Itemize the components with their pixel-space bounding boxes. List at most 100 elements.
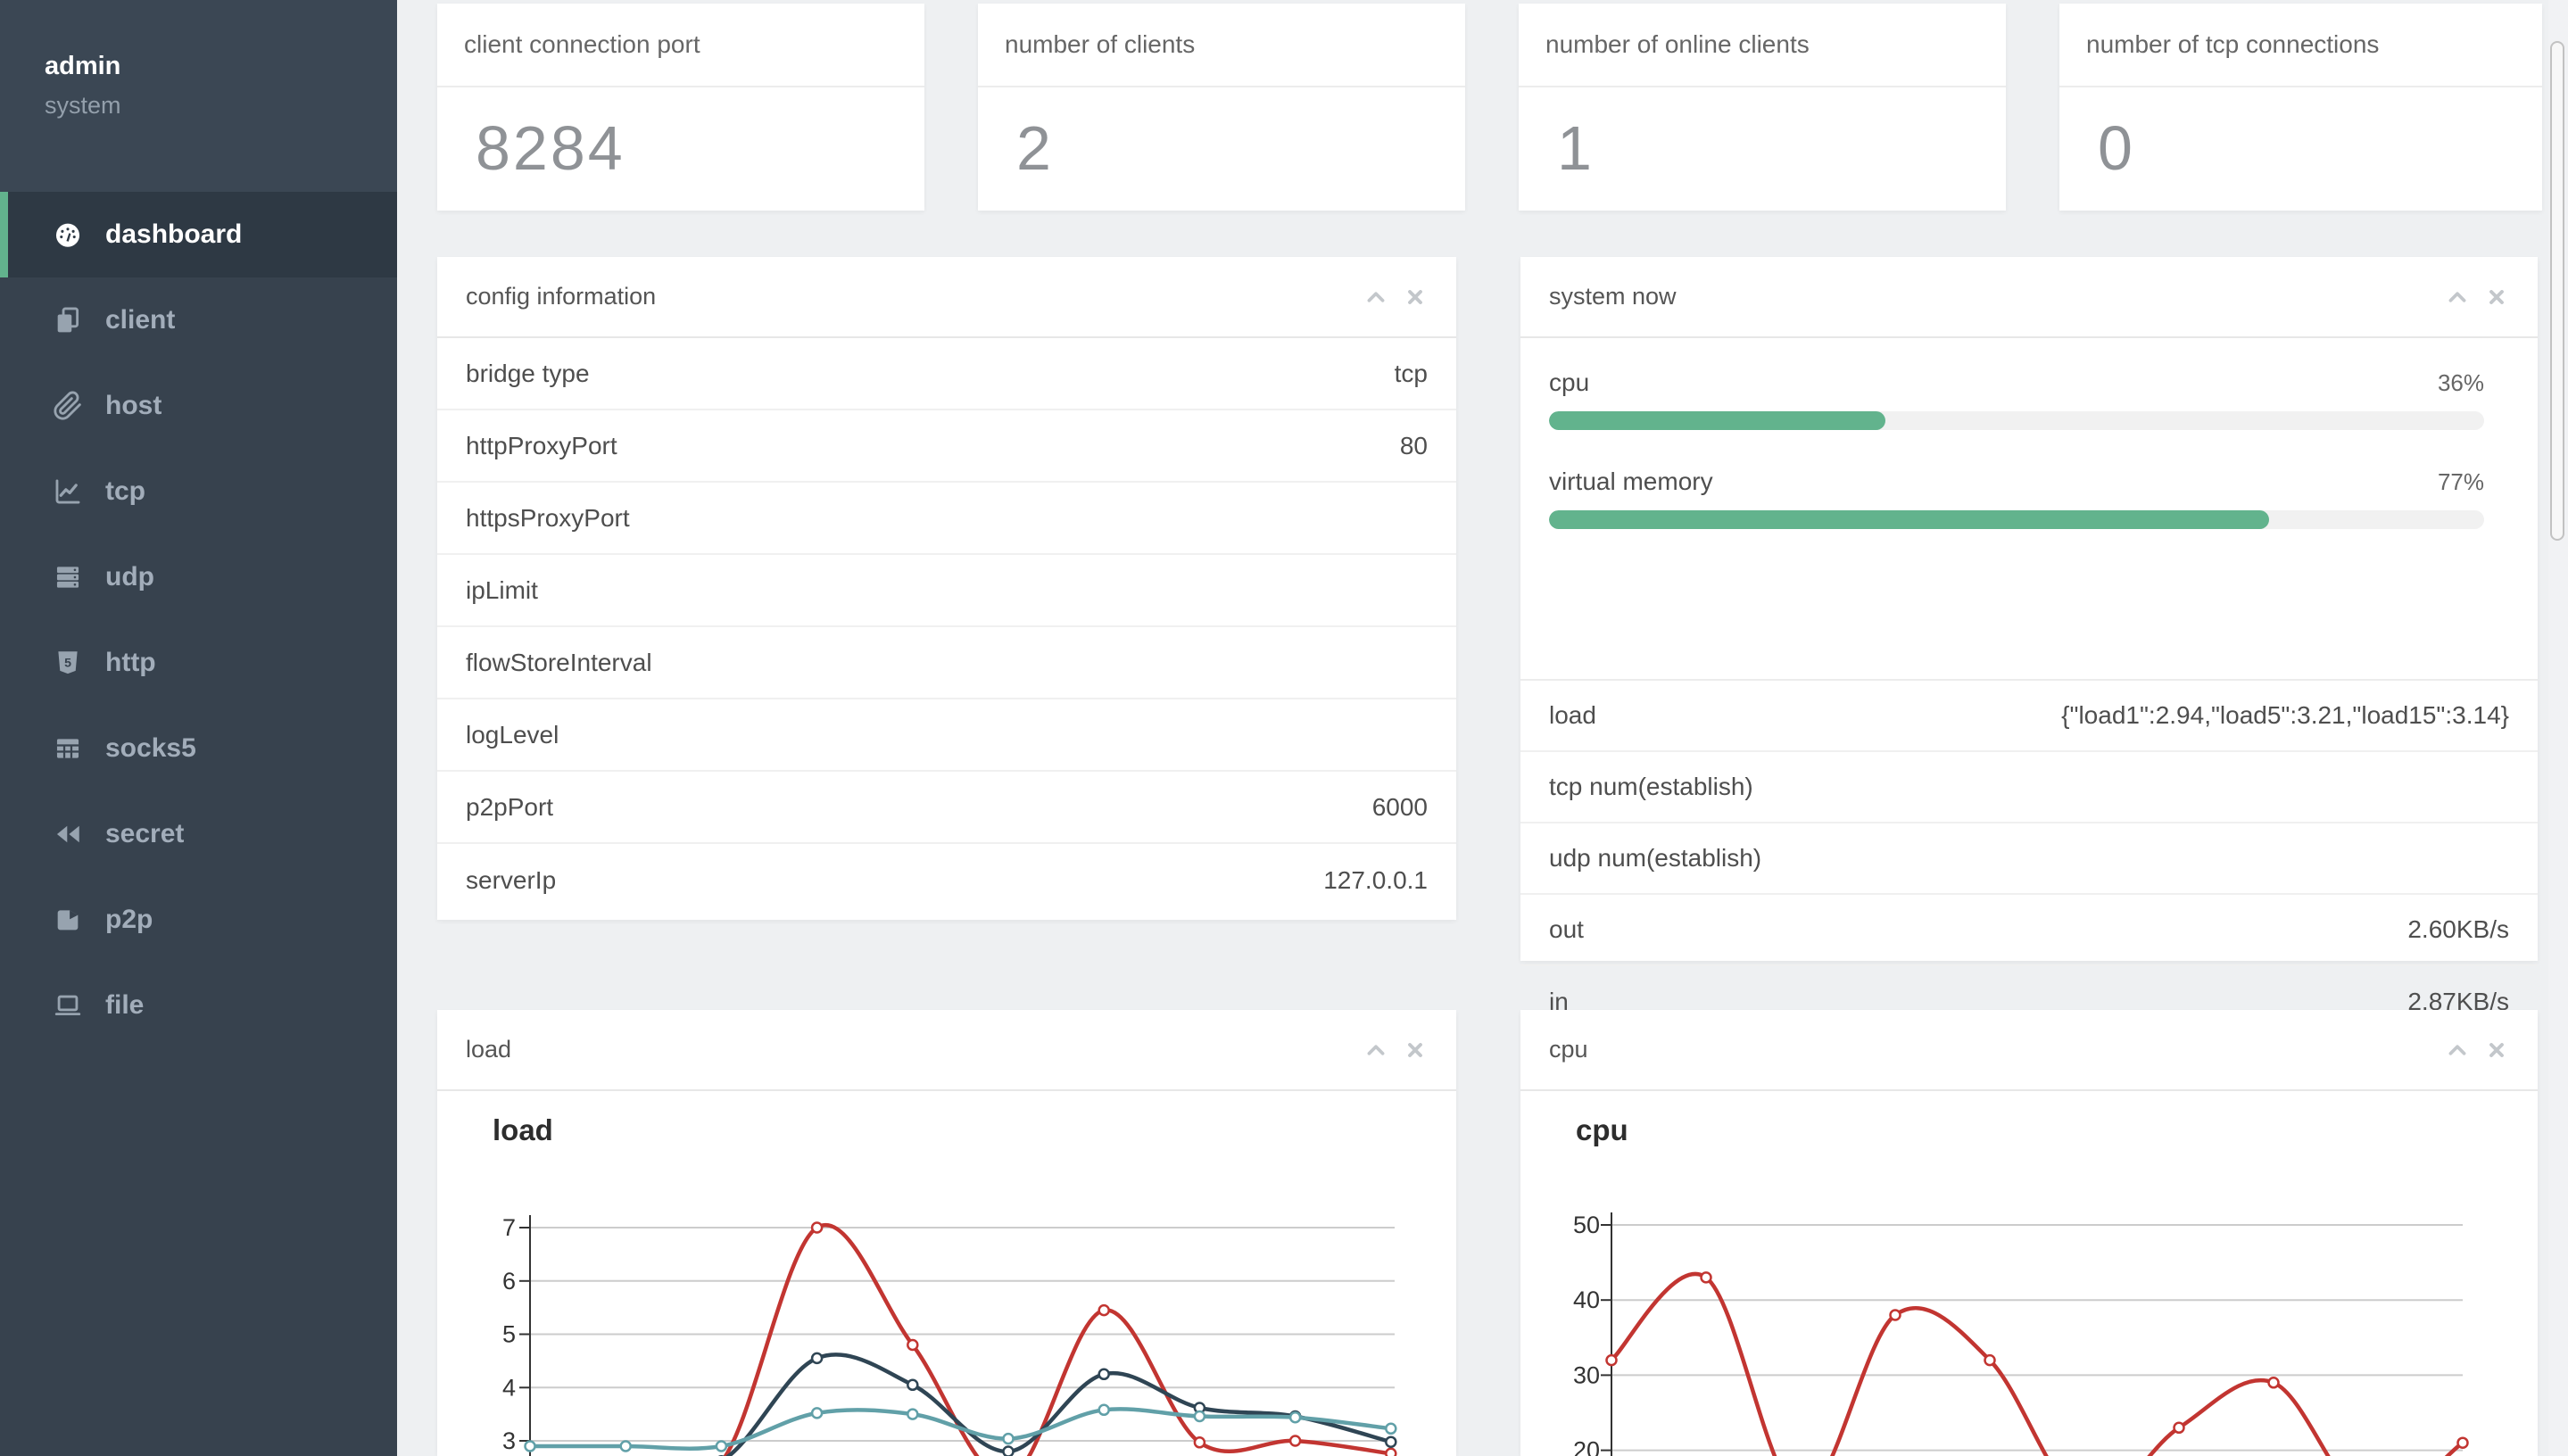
sidebar-item-http[interactable]: 5 http — [0, 620, 397, 706]
config-row: logLevel — [437, 699, 1456, 772]
close-icon[interactable] — [1403, 285, 1428, 310]
stat-card-title: client connection port — [437, 4, 924, 87]
load-line-chart: 3 4 5 6 7 — [502, 1214, 1397, 1456]
stat-card-title: number of online clients — [1519, 4, 2006, 87]
panel-title: config information — [466, 283, 657, 310]
sidebar-item-udp[interactable]: udp — [0, 534, 397, 620]
main-content: client connection port 8284 number of cl… — [397, 0, 2568, 1456]
config-row: ipLimit — [437, 555, 1456, 627]
user-name: admin — [45, 52, 121, 80]
stat-card-title: number of clients — [978, 4, 1465, 87]
collapse-icon[interactable] — [1363, 285, 1388, 310]
close-icon[interactable] — [2484, 285, 2509, 310]
backward-icon — [52, 818, 84, 850]
system-row: udp num(establish) — [1520, 823, 2538, 895]
sidebar-item-label: dashboard — [105, 219, 243, 249]
sidebar-item-label: tcp — [105, 476, 145, 506]
sidebar-item-label: file — [105, 990, 145, 1020]
paperclip-icon — [52, 390, 84, 422]
config-information-panel: config information bridge type tcp httpPr… — [437, 257, 1456, 920]
cpu-line-chart: 20 30 40 50 — [1573, 1212, 2469, 1456]
sidebar-item-client[interactable]: client — [0, 277, 397, 363]
close-icon[interactable] — [2484, 1038, 2509, 1063]
sidebar-item-label: http — [105, 648, 156, 677]
load-chart-panel: load load 3 4 5 6 7 — [437, 1010, 1456, 1456]
stat-card-tcp-connections: number of tcp connections 0 — [2059, 4, 2542, 211]
stat-card-title: number of tcp connections — [2059, 4, 2542, 87]
system-row: out 2.60KB/s — [1520, 895, 2538, 966]
config-row: p2pPort 6000 — [437, 772, 1456, 844]
cpu-gauge: cpu 36% — [1549, 368, 2484, 430]
svg-text:50: 50 — [1573, 1212, 1600, 1238]
collapse-icon[interactable] — [1363, 1038, 1388, 1063]
gauge-percent: 77% — [2437, 468, 2484, 495]
sidebar-item-secret[interactable]: secret — [0, 791, 397, 877]
config-row: httpProxyPort 80 — [437, 410, 1456, 483]
close-icon[interactable] — [1403, 1038, 1428, 1063]
sidebar-item-host[interactable]: host — [0, 363, 397, 449]
svg-text:4: 4 — [502, 1374, 516, 1401]
gauge-label: cpu — [1549, 368, 1590, 396]
sidebar-item-file[interactable]: file — [0, 963, 397, 1048]
panel-title: system now — [1549, 283, 1677, 310]
sidebar-item-label: client — [105, 305, 176, 335]
stat-card-value: 0 — [2098, 113, 2135, 183]
sidebar-item-p2p[interactable]: p2p — [0, 877, 397, 963]
gauge-icon — [52, 219, 84, 251]
html5-icon: 5 — [52, 647, 84, 679]
system-now-panel: system now cpu 36% virtual memory 77% lo… — [1520, 257, 2538, 1015]
svg-text:6: 6 — [502, 1268, 516, 1295]
svg-text:3: 3 — [502, 1427, 516, 1454]
system-row: load {"load1":2.94,"load5":3.21,"load15":… — [1520, 681, 2538, 752]
svg-text:20: 20 — [1573, 1437, 1600, 1456]
copy-icon — [52, 304, 84, 336]
virtual-memory-gauge: virtual memory 77% — [1549, 467, 2484, 529]
system-gauges: cpu 36% virtual memory 77% — [1520, 338, 2538, 679]
active-indicator — [0, 192, 8, 277]
collapse-icon[interactable] — [2445, 285, 2470, 310]
config-row: serverIp 127.0.0.1 — [466, 865, 1428, 894]
config-row: bridge type tcp — [437, 338, 1456, 410]
system-rows: load {"load1":2.94,"load5":3.21,"load15":… — [1520, 679, 2538, 1038]
table-icon — [52, 732, 84, 765]
laptop-icon — [52, 989, 84, 1022]
box-notch-icon — [52, 904, 84, 936]
svg-text:5: 5 — [502, 1321, 516, 1348]
panel-title: load — [466, 1036, 512, 1063]
config-row: httpsProxyPort — [437, 483, 1456, 555]
sidebar-item-label: socks5 — [105, 733, 196, 763]
sidebar-item-tcp[interactable]: tcp — [0, 449, 397, 534]
svg-text:40: 40 — [1573, 1286, 1600, 1313]
progress-bar — [1549, 510, 2484, 529]
progress-bar — [1549, 411, 2484, 430]
server-icon — [52, 561, 84, 593]
stat-card-value: 2 — [1016, 113, 1054, 183]
config-rows: bridge type tcp httpProxyPort 80 httpsProx… — [437, 338, 1456, 916]
chart-line-icon — [52, 476, 84, 508]
scrollbar-thumb[interactable] — [2550, 41, 2564, 541]
svg-text:7: 7 — [502, 1214, 516, 1241]
gauge-label: virtual memory — [1549, 467, 1713, 495]
svg-text:30: 30 — [1573, 1361, 1600, 1388]
user-role: system — [45, 92, 121, 119]
stat-card-online-clients: number of online clients 1 — [1519, 4, 2006, 211]
sidebar-item-socks5[interactable]: socks5 — [0, 706, 397, 791]
gauge-percent: 36% — [2437, 369, 2484, 396]
sidebar-item-label: udp — [105, 562, 154, 592]
chart-title: cpu — [1576, 1113, 1628, 1146]
sidebar-item-label: host — [105, 391, 162, 420]
cpu-chart-panel: cpu cpu 20 30 40 50 — [1520, 1010, 2538, 1456]
sidebar-item-dashboard[interactable]: dashboard — [0, 192, 397, 277]
svg-text:5: 5 — [64, 656, 71, 670]
config-row: flowStoreInterval — [437, 627, 1456, 699]
collapse-icon[interactable] — [2445, 1038, 2470, 1063]
sidebar-user-block: admin system — [0, 0, 397, 192]
chart-title: load — [493, 1113, 553, 1146]
stat-card-value: 1 — [1557, 113, 1595, 183]
sidebar-item-label: p2p — [105, 905, 153, 934]
stat-card-value: 8284 — [476, 113, 625, 183]
nps-admin-dashboard: admin system dashboard client host tcp u… — [0, 0, 2568, 1456]
panel-title: cpu — [1549, 1036, 1588, 1063]
system-row: tcp num(establish) — [1520, 752, 2538, 823]
sidebar: admin system dashboard client host tcp u… — [0, 0, 397, 1456]
